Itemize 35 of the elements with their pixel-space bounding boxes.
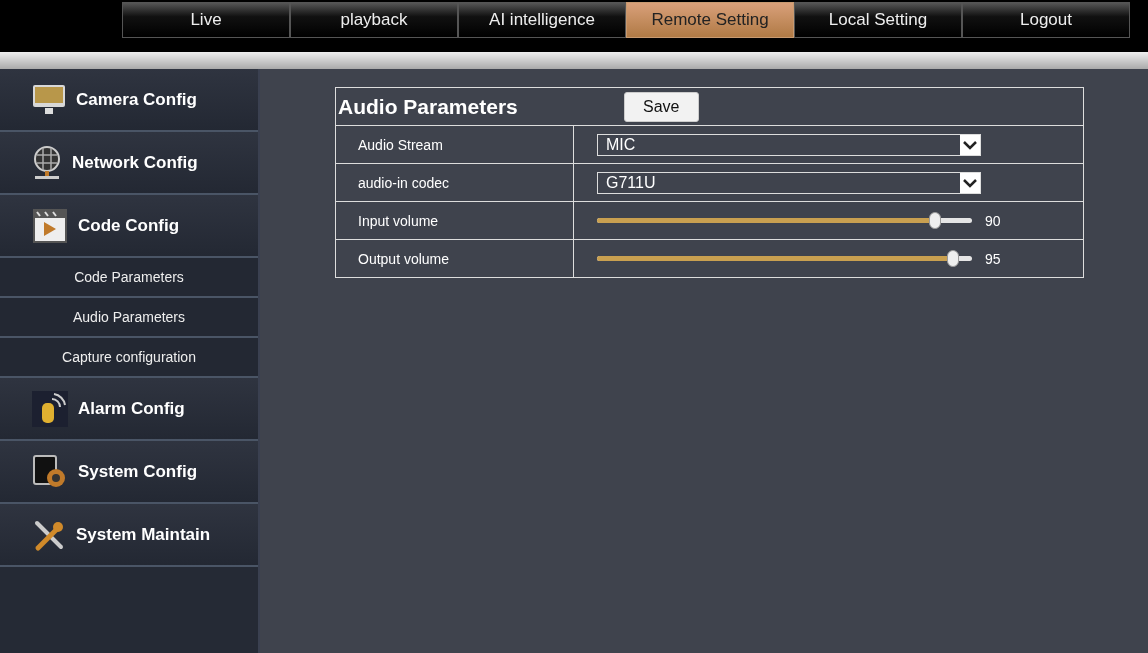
nav-tab[interactable]: playback xyxy=(290,2,458,38)
slider-thumb[interactable] xyxy=(947,250,960,267)
field-label: Audio Stream xyxy=(335,125,574,164)
nav-tab[interactable]: Logout xyxy=(962,2,1130,38)
sidebar-item-label: Alarm Config xyxy=(78,398,185,419)
sidebar-item-label: System Config xyxy=(78,461,198,482)
sidebar-item[interactable]: Code Config xyxy=(0,195,258,258)
sidebar-item[interactable]: Camera Config xyxy=(0,69,258,132)
field-label: Input volume xyxy=(335,201,574,240)
sidebar-item[interactable]: System Config xyxy=(0,441,258,504)
sidebar-item-label: Network Config xyxy=(72,152,198,173)
sidebar-item-label: Code Config xyxy=(78,215,180,236)
sidebar-item[interactable]: System Maintain xyxy=(0,504,258,567)
nav-tab[interactable]: Remote Setting xyxy=(626,2,794,38)
alarm-sensor-icon xyxy=(32,390,68,427)
nav-tab[interactable]: Local Setting xyxy=(794,2,962,38)
globe-icon xyxy=(32,144,62,181)
monitor-icon xyxy=(32,83,66,116)
sidebar-item-label: Camera Config xyxy=(76,89,197,110)
gear-icon xyxy=(32,453,68,490)
field-label: Output volume xyxy=(335,239,574,278)
panel-title: Audio Parameters xyxy=(337,94,518,119)
volume-reading: 90 xyxy=(985,212,1001,229)
nav-tab[interactable]: AI intelligence xyxy=(458,2,626,38)
sidebar-item-label: System Maintain xyxy=(76,524,211,545)
nav-tab[interactable]: Live xyxy=(122,2,290,38)
slider-thumb[interactable] xyxy=(928,212,941,229)
dropdown[interactable]: MIC xyxy=(597,133,981,156)
field-label: audio-in codec xyxy=(335,163,574,202)
save-button[interactable]: Save xyxy=(623,91,699,122)
clapperboard-icon xyxy=(32,207,68,244)
dropdown[interactable]: G711U xyxy=(597,171,981,194)
volume-reading: 95 xyxy=(985,250,1001,267)
sidebar-item[interactable]: Alarm Config xyxy=(0,378,258,441)
sidebar-item[interactable]: Network Config xyxy=(0,132,258,195)
